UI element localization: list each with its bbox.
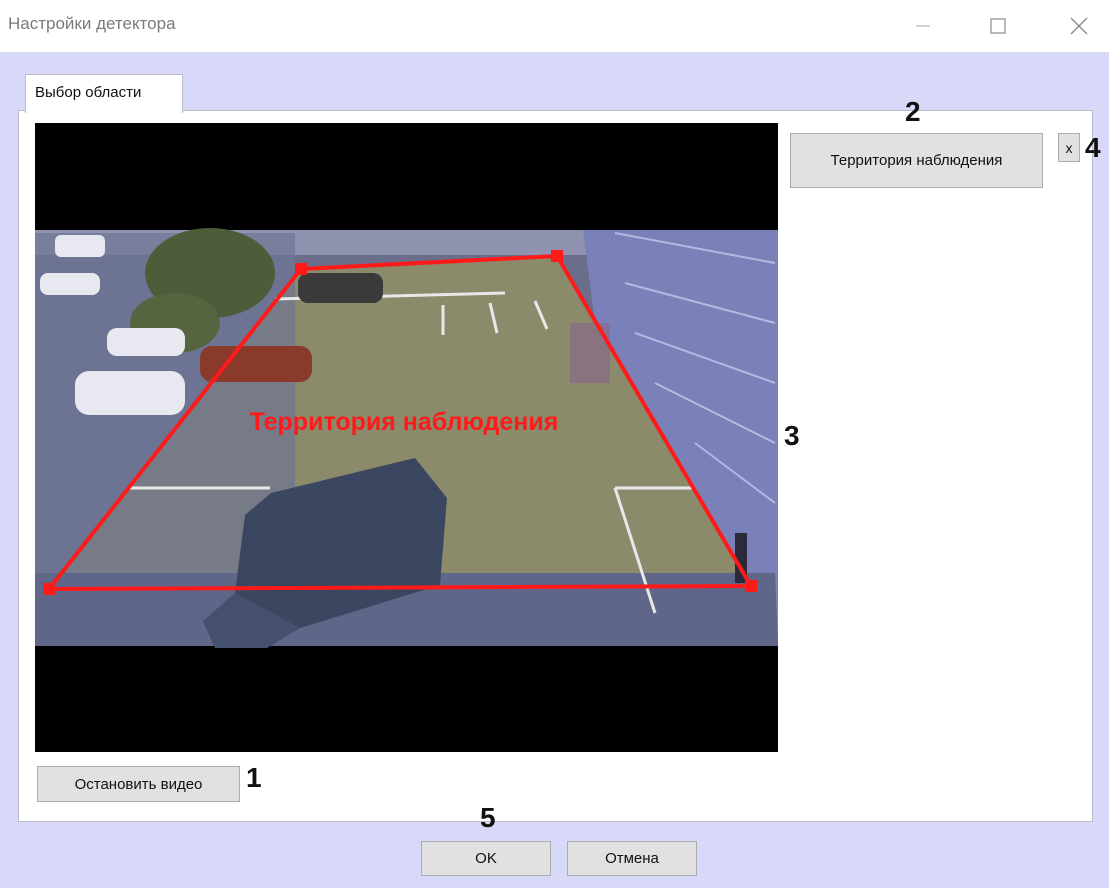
delete-zone-button[interactable]: x (1058, 133, 1080, 162)
stop-video-button[interactable]: Остановить видео (37, 766, 240, 802)
cancel-button[interactable]: Отмена (567, 841, 697, 876)
zone-list-item[interactable]: Территория наблюдения (790, 133, 1043, 188)
ok-button[interactable]: OK (421, 841, 551, 876)
tab-area-selection[interactable]: Выбор области (25, 74, 183, 113)
close-icon (1070, 17, 1088, 35)
zone-item-label: Территория наблюдения (830, 152, 1003, 169)
callout-2: 2 (905, 96, 921, 127)
callout-1: 1 (246, 762, 262, 793)
minimize-icon (916, 25, 930, 27)
maximize-icon (990, 18, 1006, 34)
video-preview[interactable]: Территория наблюдения (35, 123, 778, 752)
title-bar: Настройки детектора (0, 0, 1109, 52)
close-button[interactable] (1056, 0, 1102, 52)
minimize-button[interactable] (900, 0, 946, 52)
callout-5: 5 (480, 802, 496, 833)
callout-3: 3 (784, 420, 800, 451)
zone-overlay-label: Территория наблюдения (250, 408, 559, 436)
tab-label: Выбор области (35, 84, 142, 101)
maximize-button[interactable] (975, 0, 1021, 52)
callout-4: 4 (1085, 132, 1101, 163)
camera-frame: Территория наблюдения (35, 123, 778, 752)
window-title: Настройки детектора (8, 14, 176, 33)
